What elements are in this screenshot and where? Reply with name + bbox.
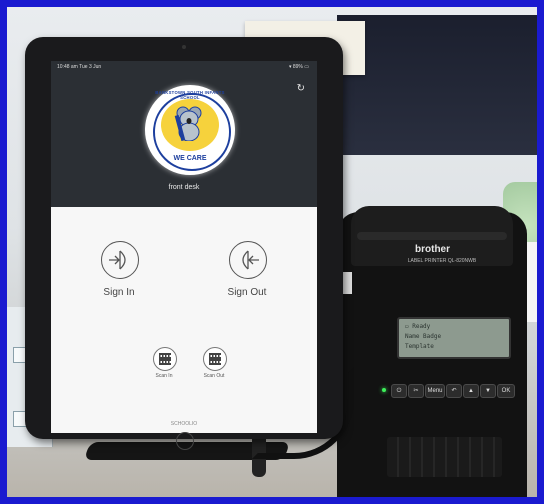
lcd-line: Name Badge (405, 333, 442, 340)
status-time: 10:48 am Tue 3 Jun (57, 64, 102, 70)
status-battery: ▾ 89% ▭ (288, 64, 309, 70)
printer-brand: brother (415, 244, 450, 255)
refresh-icon[interactable]: ↻ (297, 83, 305, 94)
logo-school-name: BANKSTOWN SOUTH INFANTS SCHOOL (155, 90, 225, 100)
tablet-screen: 10:48 am Tue 3 Jun ▾ 89% ▭ ↻ BANKSTOWN S… (51, 61, 317, 433)
school-logo: BANKSTOWN SOUTH INFANTS SCHOOL WE CARE (145, 85, 235, 175)
sign-out-label[interactable]: Sign Out (207, 287, 287, 298)
location-label: front desk (168, 184, 200, 191)
koala-icon (174, 106, 202, 141)
lcd-line: Template (405, 343, 434, 350)
up-button[interactable]: ▲ (463, 384, 479, 398)
label-printer: brother LABEL PRINTER QL-820NWB ▭ Ready … (337, 206, 527, 497)
scan-out-button[interactable] (203, 347, 227, 371)
sign-panel: Sign In Sign Out Scan In Scan Out SCHOOL… (51, 207, 317, 433)
printer-top-strip (357, 232, 507, 240)
dark-monitor-background (337, 15, 537, 155)
sign-in-label[interactable]: Sign In (79, 287, 159, 298)
sign-out-button[interactable] (229, 241, 267, 279)
label-output-slot (387, 437, 502, 477)
qr-code-icon (159, 353, 171, 365)
qr-code-icon (209, 353, 221, 365)
home-button[interactable] (176, 432, 194, 450)
back-button[interactable]: ↶ (446, 384, 462, 398)
lcd-line: ▭ Ready (405, 323, 431, 330)
printer-side-label (342, 272, 352, 294)
enter-door-icon (109, 250, 126, 270)
logo-motto: WE CARE (173, 155, 207, 162)
ok-button[interactable]: OK (497, 384, 515, 398)
printer-lcd: ▭ Ready Name Badge Template (397, 317, 511, 359)
sign-in-button[interactable] (101, 241, 139, 279)
power-button[interactable]: ⏻ (391, 384, 407, 398)
front-camera (182, 45, 186, 49)
ipad-tablet: 10:48 am Tue 3 Jun ▾ 89% ▭ ↻ BANKSTOWN S… (25, 37, 343, 450)
printer-model: LABEL PRINTER QL-820NWB (407, 258, 477, 264)
down-button[interactable]: ▼ (480, 384, 496, 398)
app-brand-footer: SCHOOLIO (170, 421, 198, 427)
cut-button[interactable]: ✂ (408, 384, 424, 398)
scan-in-label[interactable]: Scan In (144, 373, 184, 379)
photo-frame: brother LABEL PRINTER QL-820NWB ▭ Ready … (0, 0, 544, 504)
power-led (382, 388, 386, 392)
scan-out-label[interactable]: Scan Out (194, 373, 234, 379)
screen-header: 10:48 am Tue 3 Jun ▾ 89% ▭ ↻ BANKSTOWN S… (51, 61, 317, 207)
exit-door-icon (242, 250, 259, 270)
menu-button[interactable]: Menu (425, 384, 445, 398)
scan-in-button[interactable] (153, 347, 177, 371)
